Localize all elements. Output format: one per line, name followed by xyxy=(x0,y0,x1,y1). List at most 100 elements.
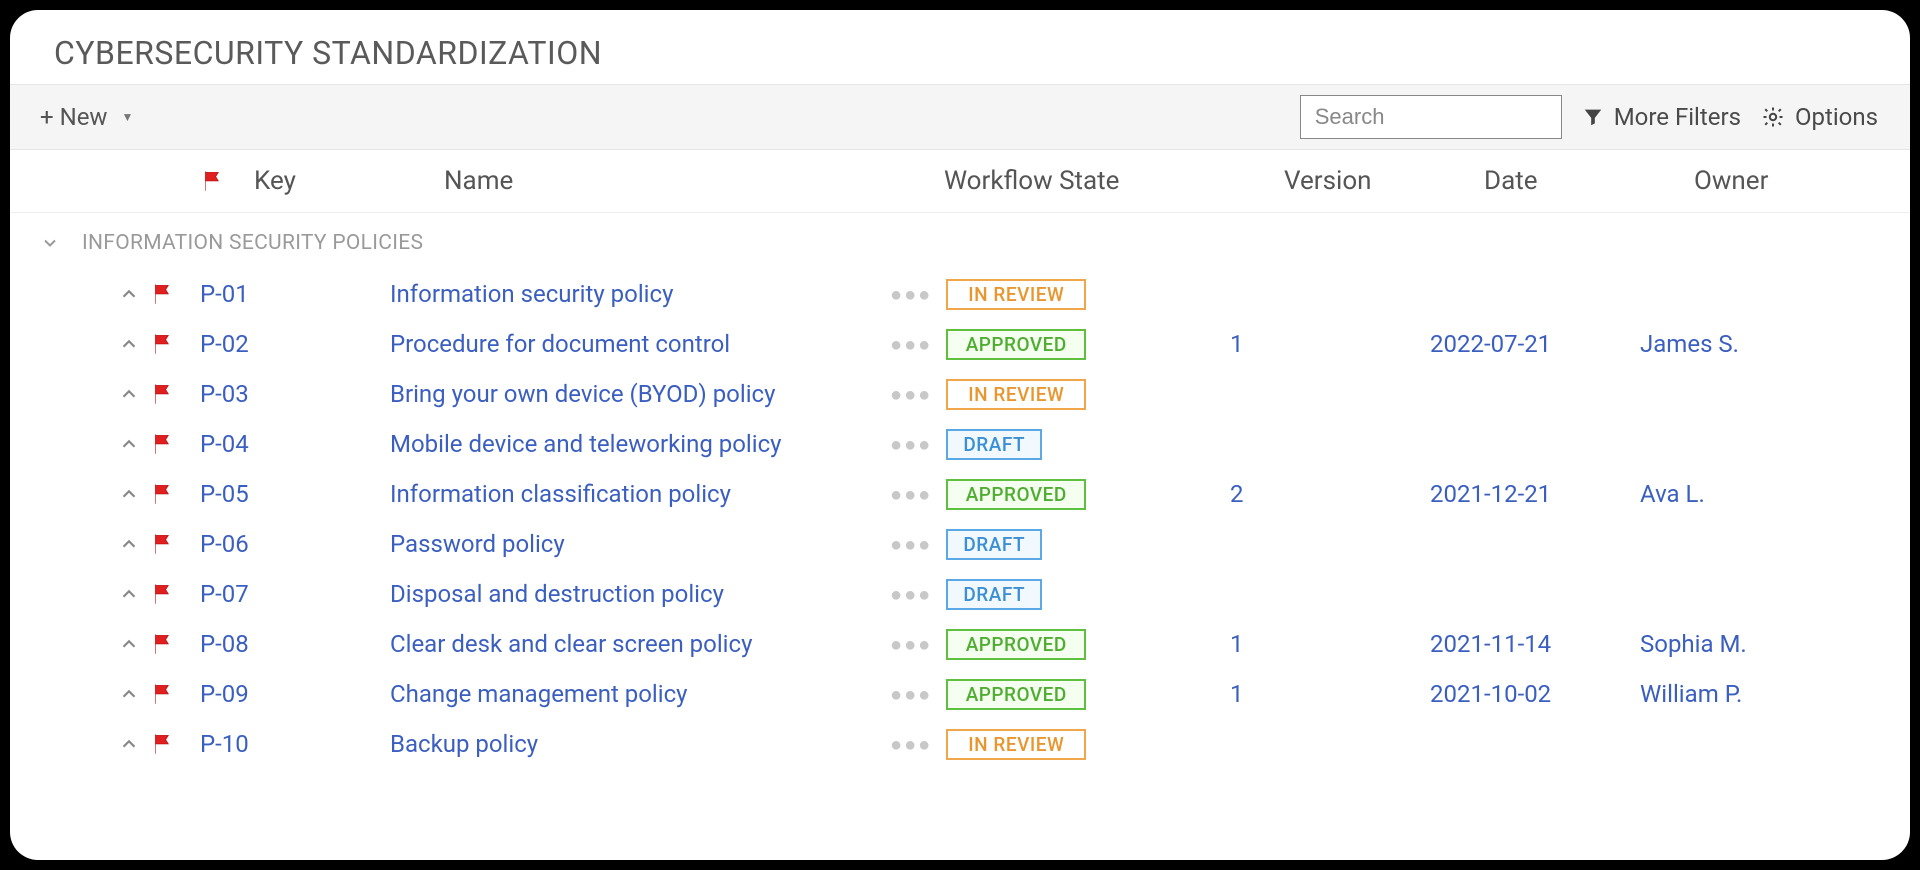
status-badge[interactable]: DRAFT xyxy=(946,529,1042,560)
options-button[interactable]: Options xyxy=(1761,103,1878,131)
more-icon[interactable]: ●●● xyxy=(890,482,932,507)
table-row[interactable]: P-10Backup policy●●● IN REVIEW xyxy=(10,719,1910,769)
table-row[interactable]: P-06Password policy●●● DRAFT xyxy=(10,519,1910,569)
header-state[interactable]: Workflow State xyxy=(944,166,1284,196)
header-key[interactable]: Key xyxy=(254,166,444,196)
row-flag[interactable] xyxy=(144,631,200,657)
row-name[interactable]: Backup policy xyxy=(390,730,890,758)
table-row[interactable]: P-05Information classification policy●●●… xyxy=(10,469,1910,519)
row-owner[interactable]: Ava L. xyxy=(1640,480,1910,508)
row-owner[interactable]: James S. xyxy=(1640,330,1910,358)
table-row[interactable]: P-03Bring your own device (BYOD) policy●… xyxy=(10,369,1910,419)
search-input[interactable] xyxy=(1315,104,1603,130)
row-name[interactable]: Change management policy xyxy=(390,680,890,708)
row-version[interactable]: 1 xyxy=(1230,680,1430,708)
row-name[interactable]: Clear desk and clear screen policy xyxy=(390,630,890,658)
status-badge[interactable]: IN REVIEW xyxy=(946,729,1086,760)
row-version[interactable]: 1 xyxy=(1230,330,1430,358)
row-version[interactable]: 2 xyxy=(1230,480,1430,508)
row-date[interactable]: 2021-12-21 xyxy=(1430,480,1640,508)
more-icon[interactable]: ●●● xyxy=(890,732,932,757)
status-badge[interactable]: DRAFT xyxy=(946,429,1042,460)
row-flag[interactable] xyxy=(144,681,200,707)
more-icon[interactable]: ●●● xyxy=(890,432,932,457)
row-key[interactable]: P-05 xyxy=(200,480,390,508)
table-row[interactable]: P-01Information security policy●●●IN REV… xyxy=(10,269,1910,319)
row-flag[interactable] xyxy=(144,331,200,357)
more-icon[interactable]: ●●● xyxy=(890,632,932,657)
chevron-up-icon[interactable] xyxy=(118,333,140,355)
row-owner[interactable]: Sophia M. xyxy=(1640,630,1910,658)
row-key[interactable]: P-06 xyxy=(200,530,390,558)
row-name[interactable]: Mobile device and teleworking policy xyxy=(390,430,890,458)
row-key[interactable]: P-07 xyxy=(200,580,390,608)
search-box[interactable] xyxy=(1300,95,1562,139)
row-date[interactable]: 2021-10-02 xyxy=(1430,680,1640,708)
row-flag[interactable] xyxy=(144,731,200,757)
chevron-up-icon[interactable] xyxy=(118,283,140,305)
row-key[interactable]: P-08 xyxy=(200,630,390,658)
chevron-up-icon[interactable] xyxy=(118,683,140,705)
row-key[interactable]: P-03 xyxy=(200,380,390,408)
row-version[interactable]: 1 xyxy=(1230,630,1430,658)
table-row[interactable]: P-08Clear desk and clear screen policy●●… xyxy=(10,619,1910,669)
table-row[interactable]: P-04Mobile device and teleworking policy… xyxy=(10,419,1910,469)
more-icon[interactable]: ●●● xyxy=(890,332,932,357)
header-flag-icon[interactable] xyxy=(200,168,254,194)
row-date[interactable]: 2022-07-21 xyxy=(1430,330,1640,358)
status-badge[interactable]: APPROVED xyxy=(946,629,1086,660)
row-flag[interactable] xyxy=(144,431,200,457)
table-row[interactable]: P-02Procedure for document control●●● APP… xyxy=(10,319,1910,369)
status-badge[interactable]: APPROVED xyxy=(946,329,1086,360)
chevron-up-icon[interactable] xyxy=(118,733,140,755)
row-key[interactable]: P-01 xyxy=(200,280,390,308)
table-row[interactable]: P-07Disposal and destruction policy●●● DR… xyxy=(10,569,1910,619)
header-version[interactable]: Version xyxy=(1284,166,1484,196)
row-name[interactable]: Password policy xyxy=(390,530,890,558)
row-flag[interactable] xyxy=(144,481,200,507)
row-key[interactable]: P-02 xyxy=(200,330,390,358)
table-row[interactable]: P-09Change management policy●●●APPROVED1… xyxy=(10,669,1910,719)
row-expand[interactable] xyxy=(10,583,144,605)
more-icon[interactable]: ●●● xyxy=(890,682,932,707)
status-badge[interactable]: APPROVED xyxy=(946,679,1086,710)
group-header[interactable]: INFORMATION SECURITY POLICIES xyxy=(10,213,1910,269)
row-expand[interactable] xyxy=(10,333,144,355)
chevron-up-icon[interactable] xyxy=(118,533,140,555)
more-icon[interactable]: ●●● xyxy=(890,532,932,557)
status-badge[interactable]: DRAFT xyxy=(946,579,1042,610)
status-badge[interactable]: IN REVIEW xyxy=(946,379,1086,410)
row-flag[interactable] xyxy=(144,381,200,407)
more-icon[interactable]: ●●● xyxy=(890,582,932,607)
row-name[interactable]: Information classification policy xyxy=(390,480,890,508)
chevron-up-icon[interactable] xyxy=(118,383,140,405)
row-name[interactable]: Information security policy xyxy=(390,280,890,308)
row-flag[interactable] xyxy=(144,531,200,557)
more-filters-button[interactable]: More Filters xyxy=(1582,103,1741,131)
chevron-up-icon[interactable] xyxy=(118,433,140,455)
row-expand[interactable] xyxy=(10,433,144,455)
row-expand[interactable] xyxy=(10,283,144,305)
row-name[interactable]: Bring your own device (BYOD) policy xyxy=(390,380,890,408)
row-owner[interactable]: William P. xyxy=(1640,680,1910,708)
row-expand[interactable] xyxy=(10,383,144,405)
row-name[interactable]: Procedure for document control xyxy=(390,330,890,358)
chevron-up-icon[interactable] xyxy=(118,483,140,505)
chevron-up-icon[interactable] xyxy=(118,583,140,605)
header-name[interactable]: Name xyxy=(444,166,944,196)
chevron-down-icon[interactable] xyxy=(40,233,60,253)
status-badge[interactable]: IN REVIEW xyxy=(946,279,1086,310)
row-date[interactable]: 2021-11-14 xyxy=(1430,630,1640,658)
row-expand[interactable] xyxy=(10,733,144,755)
row-key[interactable]: P-04 xyxy=(200,430,390,458)
chevron-up-icon[interactable] xyxy=(118,633,140,655)
header-owner[interactable]: Owner xyxy=(1694,166,1910,196)
new-button[interactable]: + New ▼ xyxy=(32,99,141,135)
row-key[interactable]: P-10 xyxy=(200,730,390,758)
more-icon[interactable]: ●●● xyxy=(890,382,932,407)
status-badge[interactable]: APPROVED xyxy=(946,479,1086,510)
row-flag[interactable] xyxy=(144,581,200,607)
row-expand[interactable] xyxy=(10,533,144,555)
row-expand[interactable] xyxy=(10,683,144,705)
row-name[interactable]: Disposal and destruction policy xyxy=(390,580,890,608)
